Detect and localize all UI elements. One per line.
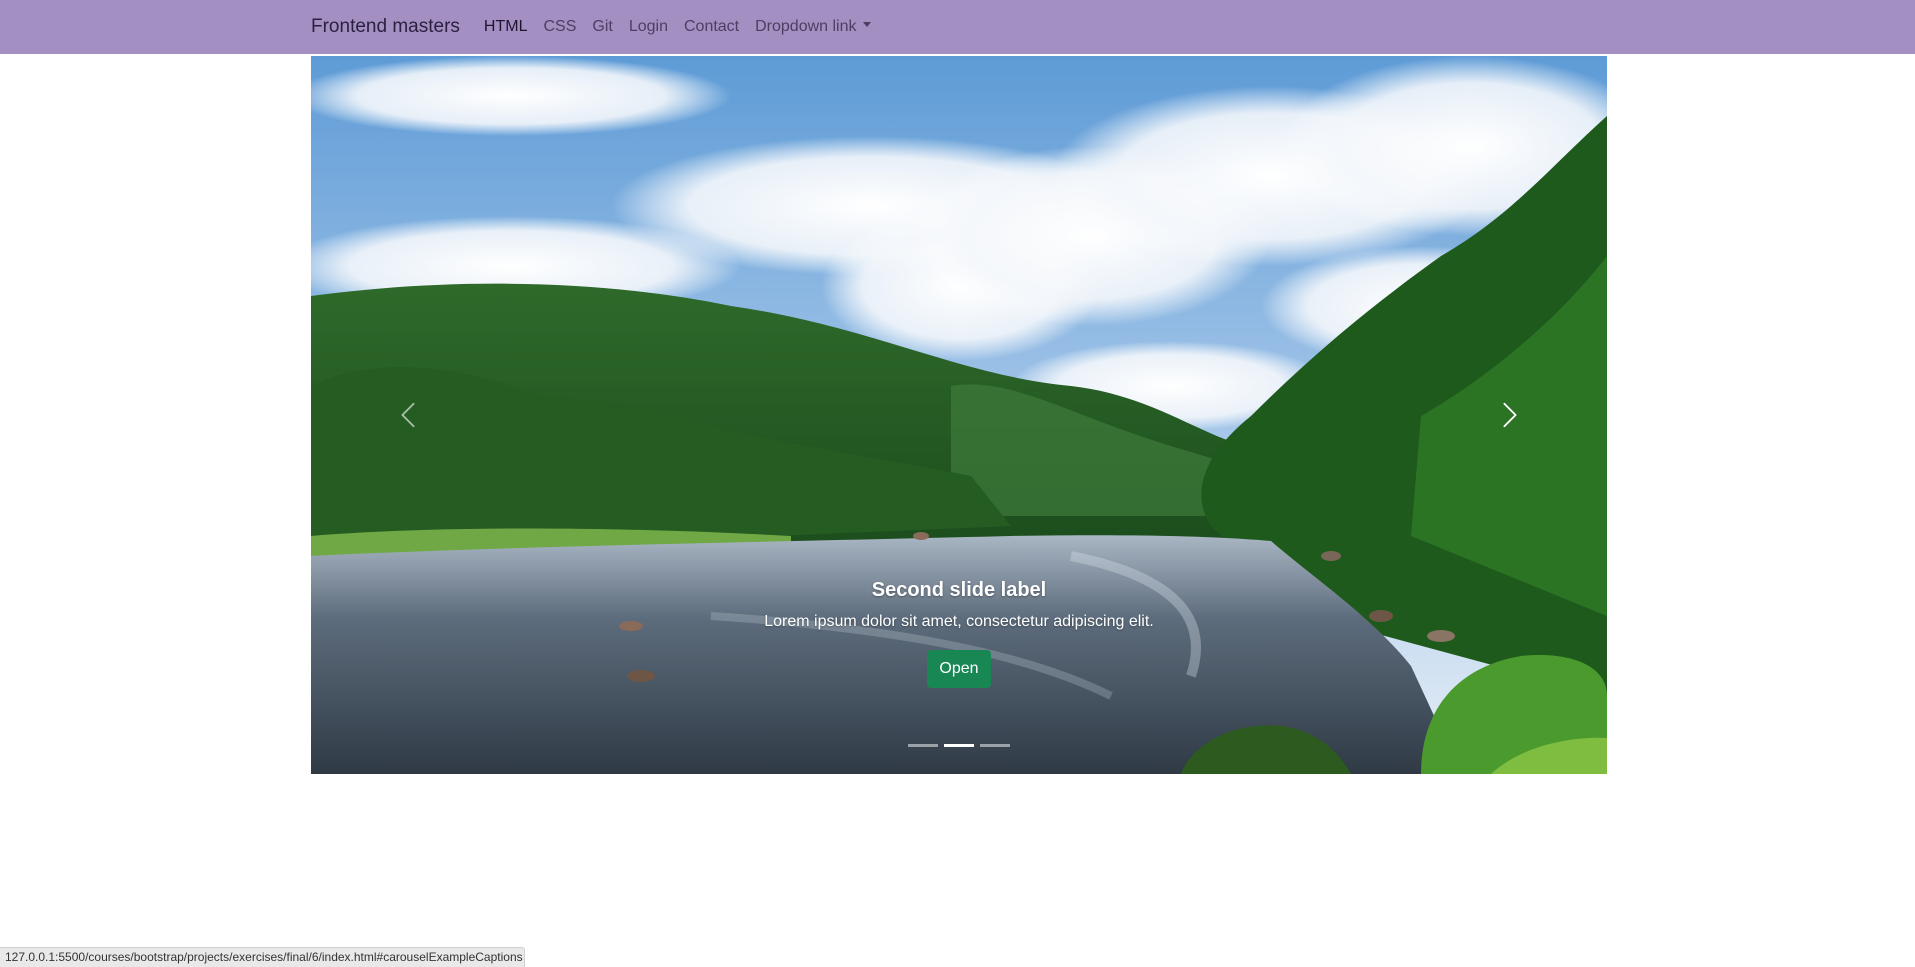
navbar-brand[interactable]: Frontend masters <box>311 0 460 54</box>
caret-down-icon <box>862 22 871 28</box>
carousel-indicator-3[interactable] <box>980 744 1010 747</box>
nav-link-contact[interactable]: Contact <box>684 0 739 54</box>
chevron-right-icon <box>1503 402 1517 428</box>
nav-dropdown-label: Dropdown link <box>755 18 857 35</box>
nav-link-html[interactable]: HTML <box>484 0 528 54</box>
chevron-left-icon <box>401 402 415 428</box>
carousel-indicator-1[interactable] <box>908 744 938 747</box>
nav-link-login[interactable]: Login <box>629 0 668 54</box>
carousel-indicators <box>311 744 1607 747</box>
carousel-prev-button[interactable] <box>311 56 505 774</box>
navbar-content: Frontend masters HTML CSS Git Login Cont… <box>311 0 887 54</box>
carousel-caption: Second slide label Lorem ipsum dolor sit… <box>505 576 1413 688</box>
nav-dropdown-toggle[interactable]: Dropdown link <box>755 0 871 54</box>
carousel-indicator-2[interactable] <box>944 744 974 747</box>
open-button[interactable]: Open <box>927 650 991 688</box>
navbar: Frontend masters HTML CSS Git Login Cont… <box>0 0 1915 54</box>
nav-link-git[interactable]: Git <box>592 0 612 54</box>
nav-link-css[interactable]: CSS <box>543 0 576 54</box>
caption-text: Lorem ipsum dolor sit amet, consectetur … <box>764 613 1154 630</box>
caption-title: Second slide label <box>871 579 1047 601</box>
carousel: Second slide label Lorem ipsum dolor sit… <box>311 56 1607 774</box>
carousel-next-button[interactable] <box>1413 56 1607 774</box>
browser-status-bar: 127.0.0.1:5500/courses/bootstrap/project… <box>0 947 525 967</box>
